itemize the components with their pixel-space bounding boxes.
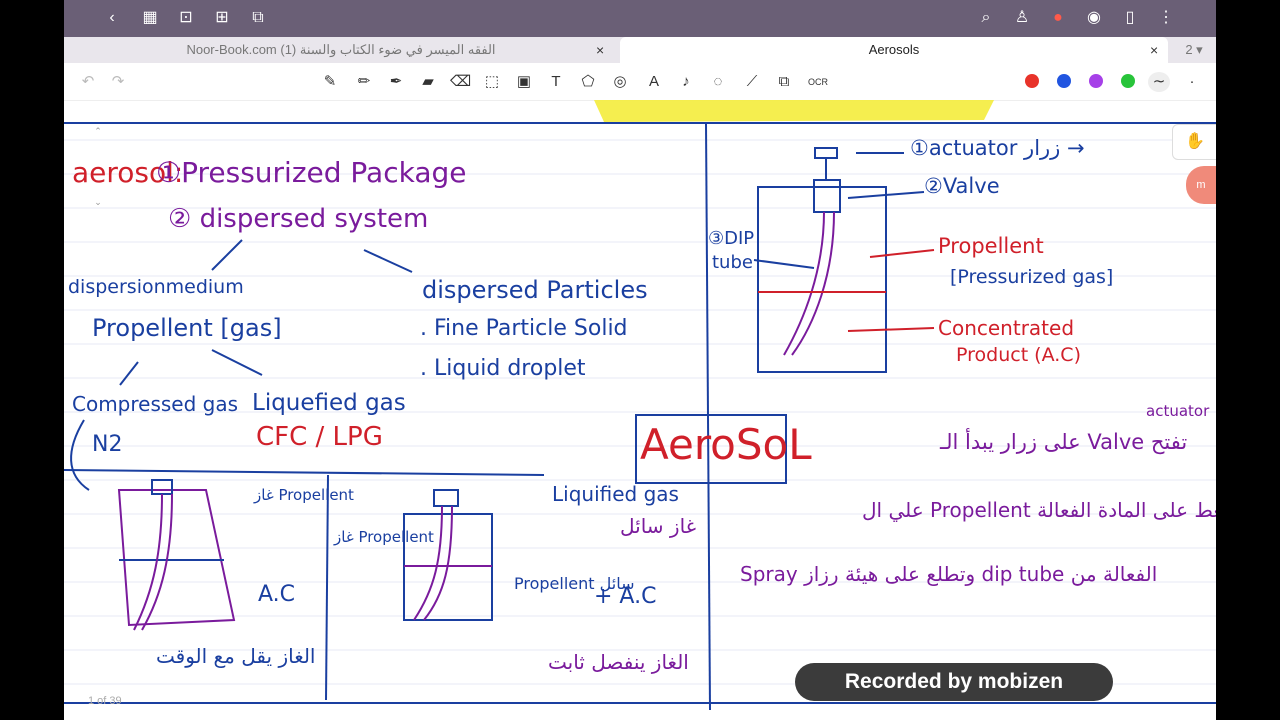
actuator-note: actuator (1146, 402, 1210, 420)
n2-label: N2 (92, 432, 123, 457)
tab-label: Aerosols (868, 42, 920, 57)
highlighter-icon[interactable]: ▰ (418, 72, 438, 92)
fine-particle-solid: . Fine Particle Solid (420, 316, 628, 341)
liquified-gas-2: Liquified gas (552, 482, 679, 506)
tab-bar: Noor-Book.com (1) الفقه الميسر في ضوء ال… (64, 37, 1216, 63)
gas-liquid: غاز سائل (620, 514, 697, 538)
redo-icon[interactable]: ↷ (108, 72, 128, 92)
ruler-icon[interactable]: ⟋ (742, 72, 762, 92)
page-scroller[interactable]: ⌃ ⌄ (84, 126, 112, 226)
record-icon[interactable]: ● (1048, 8, 1068, 28)
dispersion-medium: dispersionmedium (68, 276, 244, 298)
search-icon[interactable]: ⌕ (976, 8, 996, 28)
pen-icon[interactable]: ✎ (320, 72, 340, 92)
liquid-droplet: . Liquid droplet (420, 356, 586, 381)
sticker-icon[interactable]: ◎ (610, 72, 630, 92)
laser-icon[interactable]: ◌ (708, 72, 728, 92)
eraser-icon[interactable]: ⌫ (450, 72, 471, 92)
plus-ac: + A.C (594, 584, 657, 609)
gas-propellent-2: غاز Propellent (334, 528, 434, 546)
pen-toolbar: ↶ ↷ ✎ ✏ ✒ ▰ ⌫ ⬚ ▣ T ⬠ ◎ A ♪ ◌ ⟋ ⧉ OCR ∼ … (64, 63, 1216, 101)
dispersed-system: ② dispersed system (168, 204, 429, 234)
eye-icon[interactable]: ◉ (1084, 8, 1104, 28)
arabic-note-3: Spray وتطلع على هيئة رزاز dip tube الفعا… (740, 562, 1158, 586)
image-icon[interactable]: ▣ (514, 72, 534, 92)
hand-tool-button[interactable]: ✋ (1172, 124, 1216, 160)
pressurized-gas: [Pressurized gas] (950, 266, 1114, 288)
chevron-down-icon[interactable]: ⌄ (84, 197, 112, 208)
fountain-pen-icon[interactable]: ✒ (386, 72, 406, 92)
concentrated-label: Concentrated (938, 316, 1075, 340)
propellent-red: Propellent (938, 234, 1044, 258)
color-blue[interactable] (1057, 74, 1071, 88)
arabic-note-2: علي ال Propellent يضغط على المادة الفعال… (862, 498, 1216, 522)
bookmark-icon[interactable]: ⊡ (176, 8, 196, 28)
note-canvas[interactable]: aerosol: ①Pressurized Package ② disperse… (64, 100, 1216, 720)
stroke-width-icon[interactable]: ∼ (1148, 72, 1170, 92)
top-bar: ‹ ▦ ⊡ ⊞ ⧉ ⌕ ♙ ● ◉ ▯ ⋮ (64, 0, 1216, 37)
tab-count-label: 2 (1185, 42, 1193, 57)
ac-label-1: A.C (258, 582, 296, 607)
gas-propellent-1: غاز Propellent (254, 486, 354, 504)
close-icon[interactable]: × (1150, 37, 1158, 63)
liquefied-gas: Liquefied gas (252, 390, 406, 416)
reader-icon[interactable]: ▯ (1120, 8, 1140, 28)
valve-label: ②Valve (924, 174, 1000, 198)
color-green[interactable] (1121, 74, 1135, 88)
shape-icon[interactable]: ⬠ (578, 72, 598, 92)
text-box-icon[interactable]: A (644, 72, 664, 92)
tab-noor-book[interactable]: Noor-Book.com (1) الفقه الميسر في ضوء ال… (64, 37, 618, 63)
text-icon[interactable]: T (546, 72, 566, 92)
compressed-gas: Compressed gas (72, 392, 239, 416)
actuator-label: ①actuator زرار → (910, 136, 1085, 160)
ocr-icon[interactable]: OCR (808, 72, 828, 92)
app-window: ‹ ▦ ⊡ ⊞ ⧉ ⌕ ♙ ● ◉ ▯ ⋮ Noor-Book.com (1) … (64, 0, 1216, 720)
grid-icon[interactable]: ▦ (140, 8, 160, 28)
microphone-icon[interactable]: ♪ (676, 72, 696, 92)
page-counter: 1 of 39 (88, 695, 122, 707)
close-icon[interactable]: × (596, 37, 604, 63)
arabic-note-1: على زرار يبدأ الـ Valve تفتح (940, 430, 1188, 454)
add-page-icon[interactable]: ⊞ (212, 8, 232, 28)
mobizen-badge[interactable]: m (1186, 166, 1216, 204)
arabic-bottom-2: الغاز ينفصل ثابت (548, 650, 689, 674)
undo-icon[interactable]: ↶ (78, 72, 98, 92)
tab-label: Noor-Book.com (1) الفقه الميسر في ضوء ال… (186, 42, 496, 57)
more-tools-icon[interactable]: · (1182, 72, 1202, 92)
link-icon[interactable]: ⧉ (774, 72, 794, 92)
color-red[interactable] (1025, 74, 1039, 88)
aerosol-box-label: AeroSoL (640, 420, 812, 469)
tab-count[interactable]: 2 ▾ (1172, 37, 1216, 63)
dispersed-particles: dispersed Particles (422, 276, 648, 304)
color-purple[interactable] (1089, 74, 1103, 88)
crop-icon[interactable]: ⧉ (248, 8, 268, 28)
cfc-lpg: CFC / LPG (256, 422, 383, 452)
back-icon[interactable]: ‹ (102, 8, 122, 28)
tube-label: tube (712, 252, 753, 273)
chevron-up-icon[interactable]: ⌃ (84, 126, 112, 137)
tab-aerosols[interactable]: Aerosols × (620, 37, 1168, 63)
propellent-gas: Propellent [gas] (92, 314, 282, 342)
dip-label: ③DIP (708, 228, 755, 249)
shirt-icon[interactable]: ♙ (1012, 8, 1032, 28)
recording-watermark: Recorded by mobizen (795, 663, 1113, 701)
product-label: Product (A.C) (956, 344, 1081, 366)
more-icon[interactable]: ⋮ (1156, 8, 1176, 28)
title-pressurized-package: ①Pressurized Package (156, 156, 467, 189)
pencil-icon[interactable]: ✏ (354, 72, 374, 92)
lasso-icon[interactable]: ⬚ (482, 72, 502, 92)
arabic-bottom-1: الغاز يقل مع الوقت (156, 644, 316, 668)
